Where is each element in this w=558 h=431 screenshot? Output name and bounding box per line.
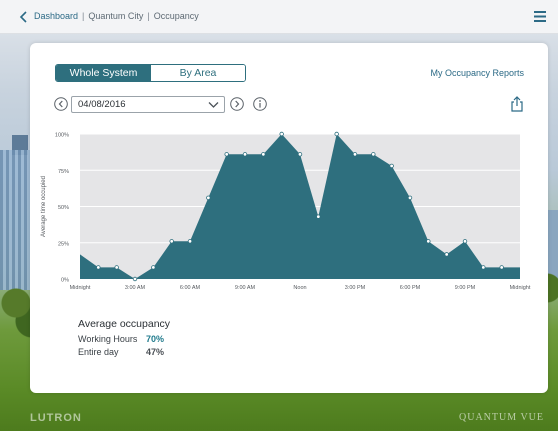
data-point bbox=[334, 131, 339, 137]
breadcrumb-separator: | bbox=[82, 11, 85, 21]
data-point bbox=[187, 239, 193, 244]
data-point bbox=[426, 239, 431, 244]
date-select[interactable]: 04/08/2016 bbox=[71, 96, 225, 113]
data-point bbox=[96, 265, 101, 270]
breadcrumb-site[interactable]: Quantum City bbox=[88, 11, 143, 21]
prev-arrow-icon[interactable] bbox=[54, 97, 68, 111]
view-toggle: Whole System By Area bbox=[55, 64, 246, 82]
x-tick-label: Noon bbox=[293, 285, 306, 291]
data-point bbox=[444, 252, 449, 257]
data-point bbox=[407, 195, 413, 200]
entire-day-value: 47% bbox=[146, 347, 165, 357]
skyscraper bbox=[0, 150, 34, 290]
next-arrow-icon[interactable] bbox=[230, 97, 244, 111]
summary-row-working: Working Hours 70% bbox=[78, 334, 170, 344]
data-point bbox=[462, 239, 468, 244]
y-tick-label: 75% bbox=[58, 169, 69, 175]
data-point bbox=[242, 152, 248, 157]
breadcrumb-dashboard[interactable]: Dashboard bbox=[34, 11, 78, 21]
x-tick-label: 9:00 PM bbox=[455, 285, 476, 291]
summary-title: Average occupancy bbox=[78, 318, 171, 330]
quantum-vue-logo: QUANTUM VUE bbox=[459, 412, 544, 423]
summary-row-day: Entire day 47% bbox=[78, 347, 170, 357]
breadcrumb-separator: | bbox=[147, 11, 150, 21]
breadcrumb-page: Occupancy bbox=[153, 11, 199, 21]
y-tick-label: 25% bbox=[58, 241, 69, 247]
x-tick-label: 9:00 AM bbox=[235, 285, 256, 291]
date-value: 04/08/2016 bbox=[78, 99, 126, 110]
entire-day-label: Entire day bbox=[78, 347, 119, 357]
data-point bbox=[261, 152, 266, 157]
data-point bbox=[371, 152, 376, 157]
x-tick-label: 6:00 AM bbox=[180, 285, 201, 291]
data-point bbox=[151, 265, 156, 270]
data-point bbox=[297, 152, 303, 157]
data-point bbox=[114, 265, 119, 270]
data-point bbox=[481, 265, 486, 270]
y-tick-label: 50% bbox=[58, 205, 69, 211]
occupancy-card: Whole System By Area My Occupancy Report… bbox=[30, 43, 548, 393]
x-tick-label: Midnight bbox=[70, 285, 91, 291]
x-tick-label: 3:00 AM bbox=[125, 285, 146, 291]
breadcrumb: Dashboard | Quantum City | Occupancy bbox=[34, 11, 199, 21]
occupancy-chart: 0% 25% 50% 75% 100% Midnight 3:00 AM 6:00 AM 9:0… bbox=[41, 131, 531, 291]
y-tick-label: 100% bbox=[55, 133, 69, 139]
working-hours-value: 70% bbox=[146, 334, 165, 344]
info-icon[interactable] bbox=[253, 97, 267, 111]
lutron-logo: LUTRON bbox=[30, 412, 82, 424]
y-tick-label: 0% bbox=[61, 278, 69, 284]
data-point bbox=[316, 214, 321, 219]
my-occupancy-reports-link[interactable]: My Occupancy Reports bbox=[430, 68, 524, 78]
x-tick-label: 3:00 PM bbox=[345, 285, 366, 291]
x-tick-label: 6:00 PM bbox=[400, 285, 421, 291]
tab-whole-system[interactable]: Whole System bbox=[56, 65, 151, 81]
top-bar: Dashboard | Quantum City | Occupancy bbox=[0, 0, 558, 34]
data-point bbox=[389, 163, 394, 169]
share-icon[interactable] bbox=[510, 96, 524, 112]
data-point bbox=[279, 131, 284, 137]
average-occupancy-summary: Average occupancy Working Hours 70% Enti… bbox=[78, 318, 170, 360]
dropdown-chevron-icon bbox=[208, 102, 219, 108]
data-point bbox=[206, 195, 211, 200]
working-hours-label: Working Hours bbox=[78, 334, 138, 344]
hamburger-menu-icon[interactable] bbox=[534, 11, 546, 22]
data-point bbox=[352, 152, 358, 157]
data-point bbox=[169, 239, 174, 244]
data-point bbox=[499, 265, 504, 270]
back-chevron-icon[interactable] bbox=[17, 10, 31, 24]
y-axis-label: Average time occupied bbox=[41, 176, 47, 237]
data-point bbox=[224, 152, 229, 157]
data-point bbox=[132, 276, 138, 282]
tab-by-area[interactable]: By Area bbox=[151, 65, 245, 81]
x-tick-label: Midnight bbox=[510, 285, 531, 291]
